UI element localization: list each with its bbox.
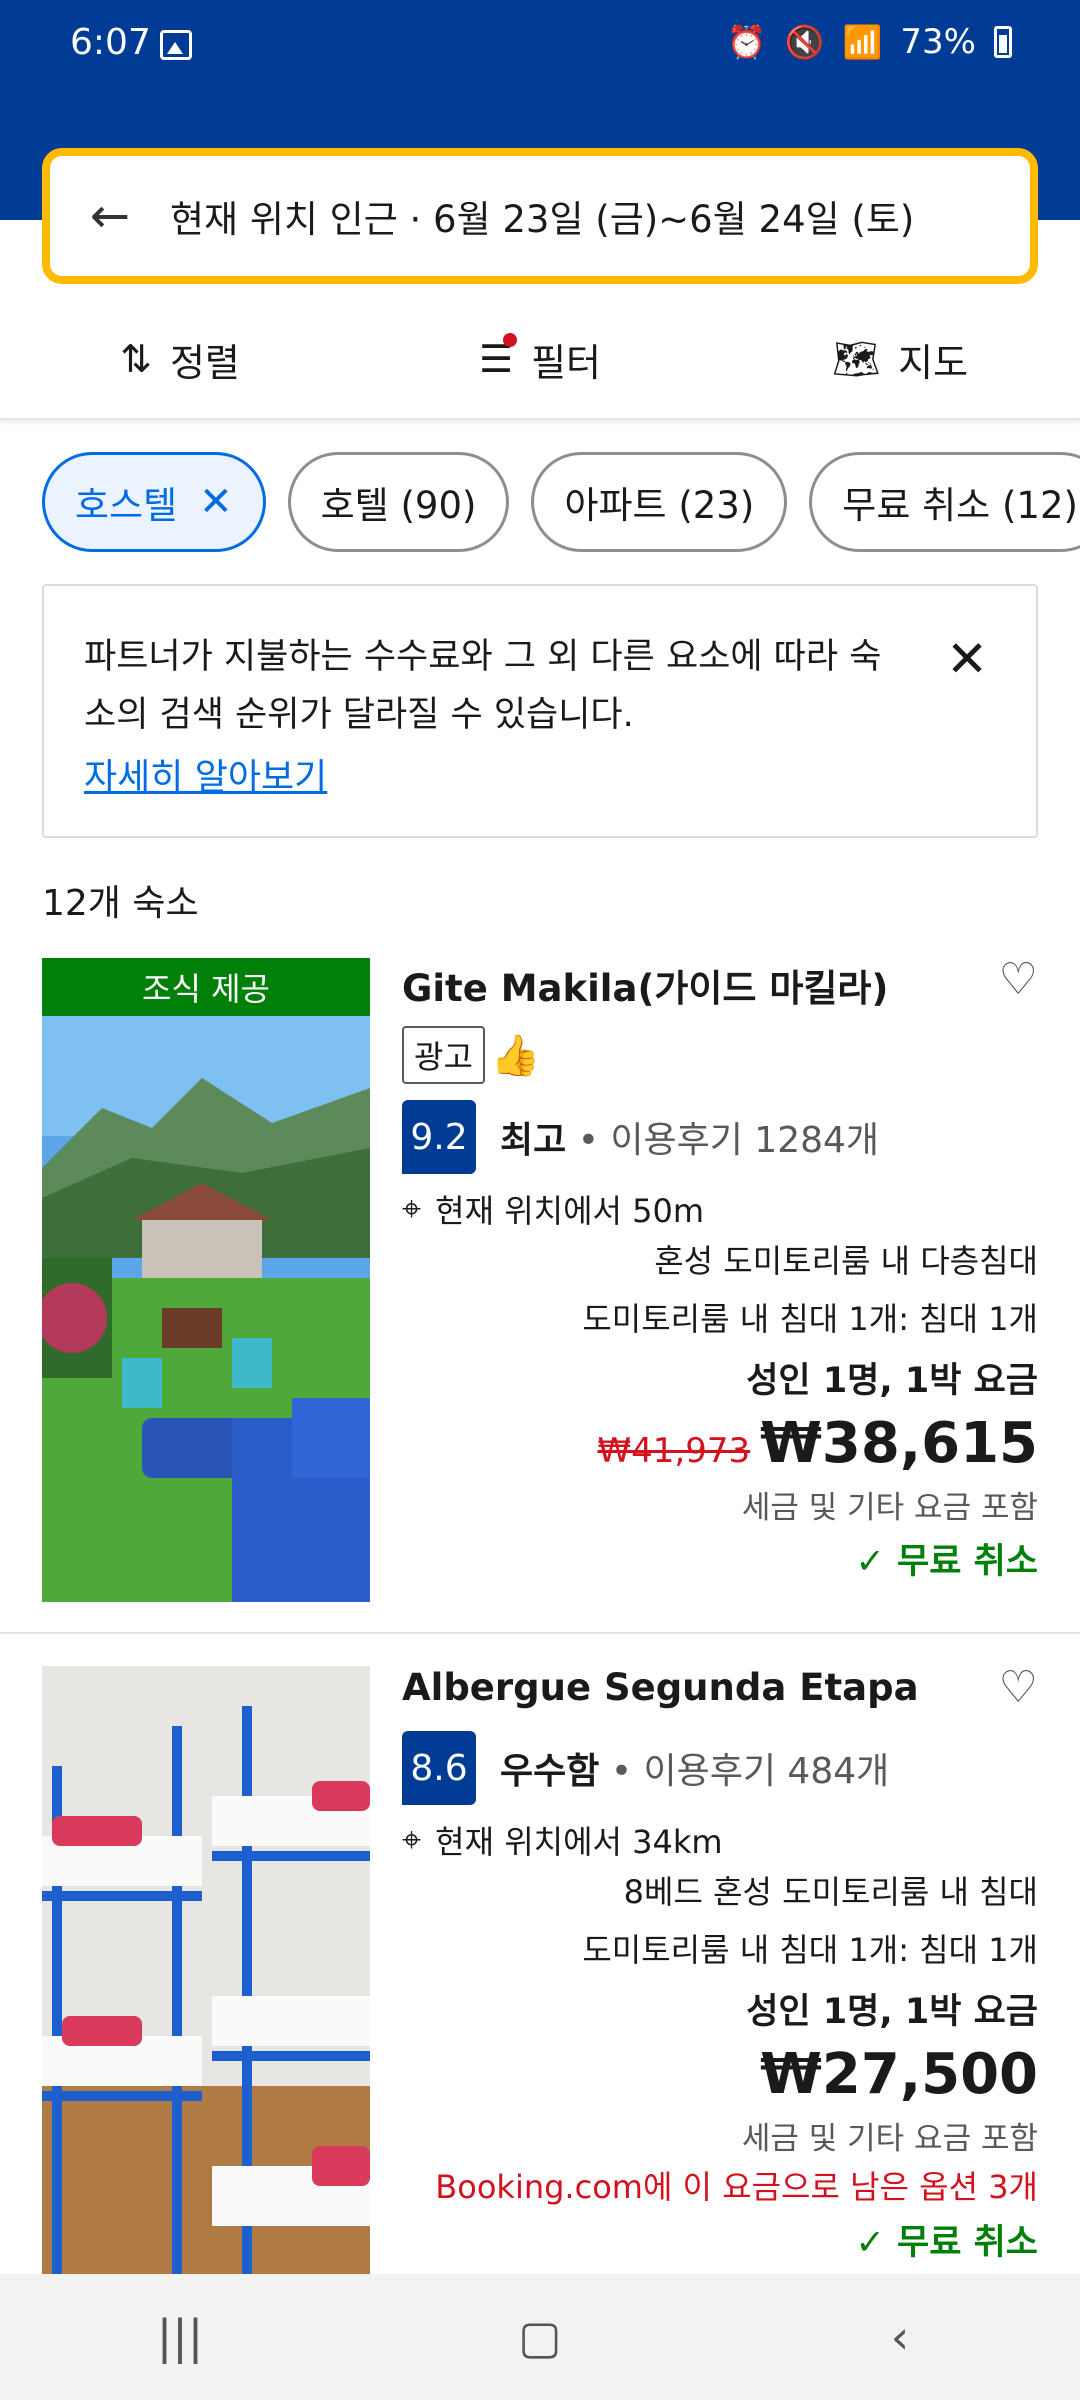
back-icon[interactable]: ‹ <box>840 2310 960 2364</box>
status-time: 6:07 <box>70 22 151 63</box>
filter-active-dot <box>503 333 518 347</box>
alarm-icon: ⏰ <box>726 23 767 61</box>
free-cancellation: ✓ 무료 취소 <box>855 1542 1039 1582</box>
original-price: ₩41,973 <box>597 1431 751 1471</box>
heart-icon[interactable]: ♡ <box>999 954 1038 1005</box>
system-nav-bar: ||| ▢ ‹ <box>0 2274 1080 2400</box>
map-icon: 🗺 <box>831 336 881 381</box>
bunk-bed-image <box>42 1666 370 2274</box>
review-count: • 이용후기 1284개 <box>577 1120 880 1161</box>
availability-warning: Booking.com에 이 요금으로 남은 옵션 3개 <box>435 2168 1038 2206</box>
result-tools: ⇅ 정렬 ☰ 필터 🗺 지도 <box>0 300 1080 420</box>
wifi-icon: 📶 <box>842 23 883 61</box>
ad-label: 광고 <box>402 1026 485 1084</box>
bed-info: 도미토리룸 내 침대 1개: 침대 1개 <box>582 1300 1038 1338</box>
location-pin-icon: ⌖ <box>402 1189 422 1229</box>
listing-name[interactable]: Gite Makila(가이드 마킬라) <box>402 958 1038 1012</box>
sort-icon: ⇅ <box>120 337 152 381</box>
chip-hotel[interactable]: 호텔 (90) <box>287 452 510 552</box>
free-cancellation: ✓ 무료 취소 <box>855 2223 1039 2263</box>
close-icon[interactable]: ✕ <box>199 479 233 525</box>
recent-apps-icon[interactable]: ||| <box>120 2310 240 2364</box>
location-pin-icon: ⌖ <box>402 1820 422 1860</box>
sort-button[interactable]: ⇅ 정렬 <box>0 300 360 418</box>
listing-name[interactable]: Albergue Segunda Etapa <box>402 1666 1038 1709</box>
results-count: 12개 숙소 <box>42 883 199 924</box>
close-icon[interactable]: ✕ <box>946 630 988 688</box>
chip-label: 호스텔 <box>75 484 178 527</box>
score-word: 최고 <box>500 1120 567 1161</box>
tax-note: 세금 및 기타 요금 포함 <box>741 1490 1038 1526</box>
chip-hostel[interactable]: 호스텔 ✕ <box>42 452 266 552</box>
distance: 현재 위치에서 50m <box>435 1192 705 1230</box>
map-button[interactable]: 🗺 지도 <box>720 300 1080 418</box>
distance: 현재 위치에서 34km <box>435 1823 723 1861</box>
filter-icon: ☰ <box>479 333 518 381</box>
chip-label: 무료 취소 (12) <box>842 484 1078 527</box>
listing-photo[interactable] <box>42 1666 370 2274</box>
home-icon[interactable]: ▢ <box>480 2310 600 2364</box>
hostel-garden-image <box>42 958 370 1602</box>
room-type: 혼성 도미토리룸 내 다층침대 <box>654 1242 1038 1280</box>
listing-photo[interactable]: 조식 제공 <box>42 958 370 1602</box>
score-word: 우수함 <box>500 1751 600 1792</box>
learn-more-link[interactable]: 자세히 알아보기 <box>84 748 327 800</box>
listing-info: Albergue Segunda Etapa ♡ 8.6 우수함 • 이용후기 … <box>402 1662 1039 2265</box>
battery-level: 73% <box>900 22 976 62</box>
tax-note: 세금 및 기타 요금 포함 <box>741 2121 1038 2157</box>
sort-label: 정렬 <box>169 340 240 385</box>
price-for: 성인 1명, 1박 요금 <box>746 1992 1038 2032</box>
heart-icon[interactable]: ♡ <box>999 1662 1038 1713</box>
filter-button[interactable]: ☰ 필터 <box>360 300 720 418</box>
filter-label: 필터 <box>531 340 601 385</box>
gallery-notification-icon <box>160 30 192 60</box>
review-score: 9.2 <box>402 1100 476 1174</box>
chip-apartment[interactable]: 아파트 (23) <box>531 452 788 552</box>
current-price: ₩38,615 <box>760 1411 1038 1476</box>
review-count: • 이용후기 484개 <box>610 1751 890 1792</box>
thumbs-up-icon: 👍 <box>490 1032 541 1079</box>
mute-icon: 🔇 <box>784 23 825 61</box>
chip-label: 호텔 (90) <box>320 484 477 527</box>
map-label: 지도 <box>898 340 969 385</box>
bed-info: 도미토리룸 내 침대 1개: 침대 1개 <box>582 1931 1038 1969</box>
listing-info: Gite Makila(가이드 마킬라) ♡ 광고 👍 9.2 최고 • 이용후… <box>402 954 1039 1584</box>
current-price: ₩27,500 <box>760 2042 1038 2107</box>
search-summary-box[interactable]: ← 현재 위치 인근 · 6월 23일 (금)~6월 24일 (토) <box>42 148 1038 284</box>
breakfast-badge: 조식 제공 <box>42 958 370 1016</box>
chip-label: 아파트 (23) <box>564 484 755 527</box>
status-bar: 6:07 ⏰ 🔇 📶 73% <box>0 0 1080 90</box>
ranking-notice: 파트너가 지불하는 수수료와 그 외 다른 요소에 따라 숙소의 검색 순위가 … <box>42 584 1038 838</box>
notice-text: 파트너가 지불하는 수수료와 그 외 다른 요소에 따라 숙소의 검색 순위가 … <box>84 637 882 735</box>
price-for: 성인 1명, 1박 요금 <box>746 1361 1038 1401</box>
search-summary: 현재 위치 인근 · 6월 23일 (금)~6월 24일 (토) <box>170 198 915 241</box>
review-score: 8.6 <box>402 1731 476 1805</box>
filter-chips: 호스텔 ✕ 호텔 (90) 아파트 (23) 무료 취소 (12) <box>42 452 1080 552</box>
back-arrow-icon[interactable]: ← <box>50 188 170 244</box>
room-type: 8베드 혼성 도미토리룸 내 침대 <box>623 1873 1038 1911</box>
chip-free-cancel[interactable]: 무료 취소 (12) <box>809 452 1080 552</box>
divider <box>0 1632 1080 1634</box>
battery-icon <box>994 26 1012 58</box>
